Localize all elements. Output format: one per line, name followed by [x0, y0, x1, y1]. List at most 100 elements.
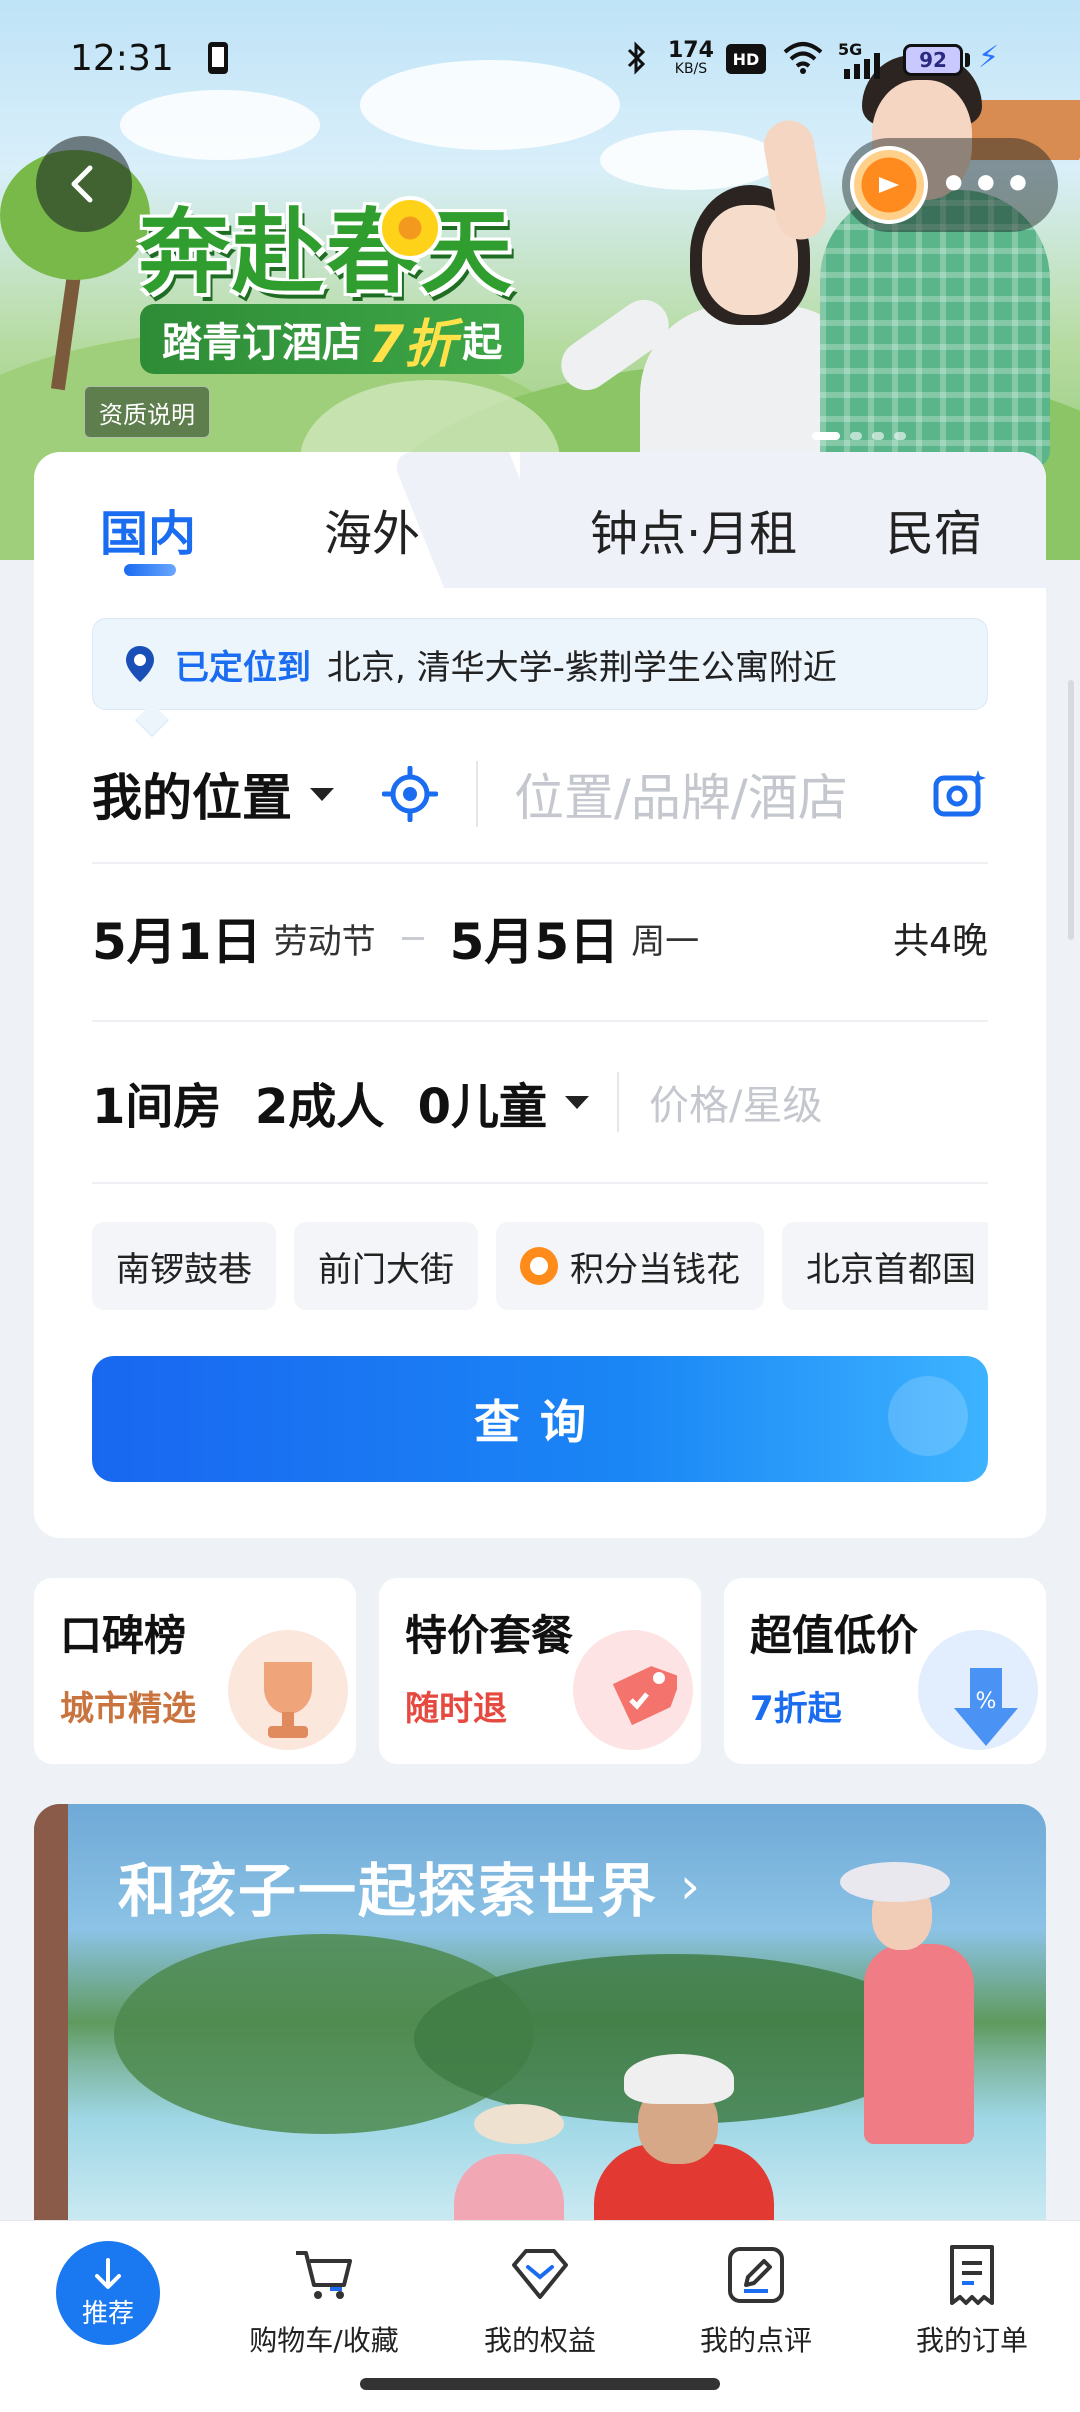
promo-special-package[interactable]: 特价套餐 随时退: [379, 1578, 701, 1764]
pagination-dot: [812, 432, 840, 440]
divider: [92, 1182, 988, 1184]
destination-select[interactable]: 我的位置: [92, 758, 292, 830]
nav-recommend-button[interactable]: 推荐: [56, 2241, 160, 2345]
nav-label: 我的订单: [915, 2324, 1028, 2357]
pagination-dot: [872, 432, 884, 440]
feature-banner-family[interactable]: 和孩子一起探索世界 ›: [34, 1804, 1046, 2224]
rooms-guests-select[interactable]: 1间房 2成人 0儿童: [92, 1067, 547, 1137]
phone-rotate-icon: [202, 40, 234, 84]
points-icon: [520, 1247, 558, 1285]
hd-badge: HD: [726, 44, 766, 74]
nav-cart-favorites[interactable]: 购物车/收藏: [224, 2243, 424, 2359]
tab-hourly-monthly[interactable]: 钟点·月租: [590, 494, 797, 564]
hotel-search-card: 国内 海外 钟点·月租 民宿 已定位到 北京, 清华大学-紫荆学生公寓附近 我的…: [34, 452, 1046, 1538]
checkin-date[interactable]: 5月1日: [92, 902, 262, 974]
svg-text:%: %: [976, 1689, 997, 1714]
checkin-note: 劳动节: [273, 921, 376, 962]
tab-active-indicator: [124, 564, 176, 576]
search-button[interactable]: 查询: [92, 1356, 988, 1482]
review-edit-icon: [728, 2247, 784, 2303]
row-separator: [617, 1072, 620, 1132]
home-indicator[interactable]: [360, 2378, 720, 2390]
charging-icon: ⚡: [978, 40, 1000, 75]
camera-search-icon[interactable]: [932, 766, 988, 822]
banner-cloud: [600, 130, 780, 190]
destination-row: 我的位置 位置/品牌/酒店: [92, 734, 988, 854]
parent-illustration-hat: [624, 2054, 734, 2104]
search-tabs: 国内 海外 钟点·月租 民宿: [34, 452, 1046, 588]
caret-down-icon[interactable]: [310, 787, 334, 801]
feature-title[interactable]: 和孩子一起探索世界 ›: [118, 1844, 702, 1928]
price-star-input[interactable]: 价格/星级: [649, 1073, 822, 1131]
quick-tag[interactable]: 北京首都国: [782, 1222, 988, 1310]
banner-title: 奔赴春天: [138, 199, 515, 306]
divider: [92, 1020, 988, 1022]
date-dash: [401, 936, 424, 940]
nav-my-benefits[interactable]: 我的权益: [440, 2243, 640, 2359]
diamond-icon: [512, 2249, 568, 2299]
feature-title-text: 和孩子一起探索世界: [118, 1857, 659, 1925]
location-status: 已定位到: [175, 647, 311, 688]
scrollbar[interactable]: [1068, 680, 1074, 940]
kid-illustration: [454, 2154, 564, 2224]
trophy-icon: [264, 1662, 312, 1738]
keyword-search-input[interactable]: 位置/品牌/酒店: [514, 758, 932, 830]
promo-low-price[interactable]: % 超值低价 7折起: [724, 1578, 1046, 1764]
tab-domestic[interactable]: 国内: [100, 494, 196, 564]
chevron-left-icon: [71, 165, 93, 203]
quick-tag-points[interactable]: 积分当钱花: [496, 1222, 764, 1310]
discount-arrow-icon: %: [954, 1668, 1018, 1746]
net-speed-unit: KB/S: [674, 61, 708, 77]
nav-recommend-label: 推荐: [81, 2298, 134, 2329]
status-time: 12:31: [70, 38, 174, 79]
location-address: 北京, 清华大学-紫荆学生公寓附近: [327, 647, 837, 688]
quick-tag[interactable]: 前门大街: [294, 1222, 478, 1310]
guests-row: 1间房 2成人 0儿童 价格/星级: [92, 1040, 988, 1164]
arrow-down-icon: [95, 2257, 121, 2289]
location-tip[interactable]: 已定位到 北京, 清华大学-紫荆学生公寓附近: [92, 618, 988, 710]
flower-icon: [378, 196, 442, 260]
divider: [92, 862, 988, 864]
locate-me-icon[interactable]: [382, 766, 438, 822]
pagination-dot: [850, 432, 862, 440]
nights-count: 共4晚: [893, 921, 988, 962]
banner-pagination: [812, 432, 906, 440]
chevron-right-icon: ›: [680, 1857, 703, 1915]
more-button[interactable]: •••: [940, 163, 1036, 207]
back-button[interactable]: [36, 136, 132, 232]
date-row[interactable]: 5月1日 劳动节 5月5日 周一 共4晚: [92, 878, 988, 998]
checkout-date[interactable]: 5月5日: [450, 902, 620, 974]
wifi-icon: [782, 40, 824, 82]
quick-tag[interactable]: 南锣鼓巷: [92, 1222, 276, 1310]
coin-icon[interactable]: [850, 146, 928, 224]
qualification-button[interactable]: 资质说明: [84, 386, 210, 438]
nav-label: 我的点评: [699, 2324, 812, 2357]
caret-down-icon[interactable]: [565, 1095, 590, 1109]
order-list-icon: [950, 2245, 994, 2305]
promo-reputation-ranking[interactable]: 口碑榜 城市精选: [34, 1578, 356, 1764]
nav-my-reviews[interactable]: 我的点评: [656, 2243, 856, 2359]
header-action-pill: •••: [842, 138, 1058, 232]
boy-illustration: [820, 190, 1050, 470]
banner-subtitle-prefix: 踏青订酒店: [162, 320, 362, 366]
tab-overseas[interactable]: 海外: [324, 494, 420, 564]
child-illustration-hat: [840, 1862, 950, 1902]
battery-icon: 92: [903, 44, 963, 76]
signal-icon: [842, 52, 890, 87]
location-pin-icon: [126, 646, 154, 682]
feature-edge: [34, 1804, 68, 2224]
row-separator: [476, 761, 478, 827]
banner-subtitle: 踏青订酒店 7折 起: [140, 304, 525, 375]
nav-label: 我的权益: [483, 2324, 596, 2357]
battery-tip: [965, 53, 970, 67]
pagination-dot: [894, 432, 906, 440]
cart-icon: [296, 2251, 352, 2299]
tab-homestay[interactable]: 民宿: [886, 494, 982, 564]
net-speed-value: 174: [668, 38, 714, 63]
quick-tag-label: 积分当钱花: [570, 1249, 740, 1290]
net-speed: 174 KB/S: [668, 38, 714, 77]
nav-my-orders[interactable]: 我的订单: [872, 2243, 1072, 2359]
kid-illustration-hat: [474, 2104, 564, 2144]
quick-tags: 南锣鼓巷 前门大街 积分当钱花 北京首都国: [92, 1222, 988, 1312]
banner-subtitle-discount: 7折: [368, 314, 457, 375]
